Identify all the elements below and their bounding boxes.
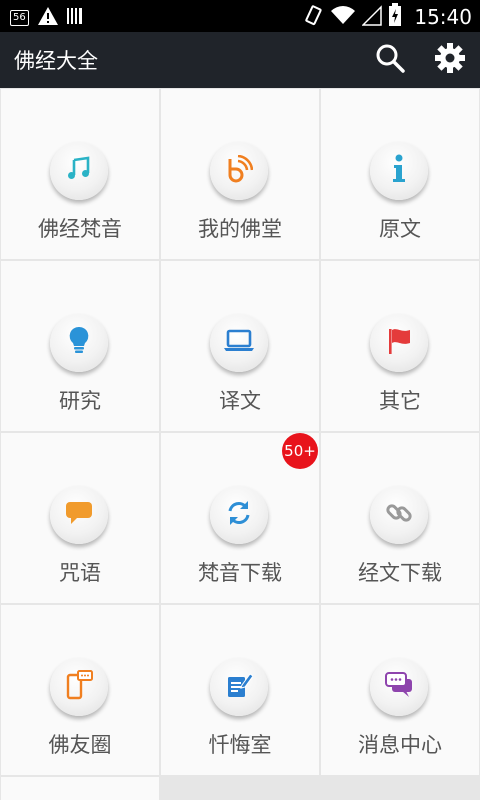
wifi-icon [330, 4, 356, 30]
laptop-icon [223, 329, 255, 357]
tile-mantras[interactable]: 咒语 [1, 433, 159, 603]
music-note-icon [66, 156, 92, 186]
phone-message-icon [65, 670, 93, 704]
gear-icon [434, 42, 466, 78]
tile-icon-circle [370, 142, 428, 200]
signal-icon [361, 4, 383, 30]
warning-icon [37, 6, 59, 30]
refresh-icon [225, 499, 253, 531]
download-count-badge: 50+ [282, 433, 318, 469]
tile-label: 消息中心 [358, 733, 442, 757]
tile-icon-circle [370, 314, 428, 372]
lightbulb-icon [67, 326, 91, 360]
tile-others[interactable]: 其它 [321, 261, 479, 431]
tile-sutra-download[interactable]: 经文下载 [321, 433, 479, 603]
menu-grid: 佛经梵音 我的佛堂 原文 研究 译文 其它 咒语 梵音下载 经文下载 佛友圈 忏… [0, 88, 480, 800]
tile-label: 我的佛堂 [198, 217, 282, 241]
tile-sutra-chants[interactable]: 佛经梵音 [1, 89, 159, 259]
tile-icon-circle [50, 142, 108, 200]
tile-message-center[interactable]: 消息中心 [321, 605, 479, 775]
tile-label: 忏悔室 [208, 733, 272, 757]
tile-icon-circle [210, 142, 268, 200]
search-button[interactable] [372, 42, 408, 78]
status-bar: 56 15:40 [0, 0, 480, 32]
tile-icon-circle [50, 486, 108, 544]
tile-icon-circle [370, 658, 428, 716]
chat-bubbles-icon [384, 671, 414, 703]
tile-label: 咒语 [59, 561, 101, 585]
tile-partial[interactable] [1, 777, 159, 800]
link-icon [384, 498, 414, 532]
app-title: 佛经大全 [14, 49, 98, 73]
notification-count-badge: 56 [10, 10, 29, 26]
tile-label: 其它 [379, 389, 421, 413]
info-icon [389, 154, 409, 188]
barcode-icon [66, 6, 83, 30]
clock: 15:40 [414, 5, 472, 29]
tile-research[interactable]: 研究 [1, 261, 159, 431]
tile-icon-circle [50, 314, 108, 372]
tile-label: 原文 [379, 217, 421, 241]
tile-icon-circle [210, 486, 268, 544]
tile-label: 研究 [59, 389, 101, 413]
tile-label: 梵音下载 [198, 561, 282, 585]
tile-translation[interactable]: 译文 [161, 261, 319, 431]
flag-icon [386, 327, 412, 359]
tile-icon-circle [370, 486, 428, 544]
action-bar: 佛经大全 [0, 32, 480, 88]
tile-label: 译文 [219, 389, 261, 413]
tile-buddhist-friends[interactable]: 佛友圈 [1, 605, 159, 775]
tile-icon-circle [210, 658, 268, 716]
tile-icon-circle [210, 314, 268, 372]
tile-original-text[interactable]: 原文 [321, 89, 479, 259]
vibrate-icon [302, 4, 324, 30]
tile-my-shrine[interactable]: 我的佛堂 [161, 89, 319, 259]
rss-b-icon [225, 154, 254, 187]
tile-label: 经文下载 [358, 561, 442, 585]
tile-repentance-room[interactable]: 忏悔室 [161, 605, 319, 775]
tile-label: 佛友圈 [48, 733, 112, 757]
edit-note-icon [225, 671, 254, 703]
battery-icon [388, 3, 402, 31]
tile-label: 佛经梵音 [38, 217, 122, 241]
settings-button[interactable] [432, 42, 468, 78]
chat-bubble-icon [64, 500, 94, 530]
search-icon [375, 43, 405, 77]
tile-icon-circle [50, 658, 108, 716]
